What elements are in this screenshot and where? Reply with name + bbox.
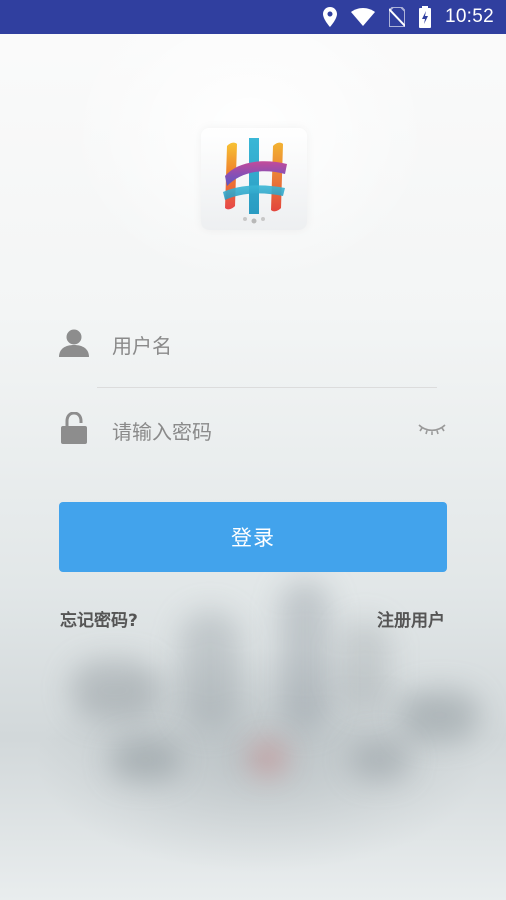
background-blur [70,660,160,720]
status-bar: 10:52 [0,0,506,34]
app-logo-mark [223,138,287,224]
register-link[interactable]: 注册用户 [377,606,445,631]
lock-icon [61,412,87,444]
password-input[interactable]: 请输入密码 [112,416,402,446]
username-input[interactable]: 用户名 [112,330,432,360]
wifi-icon [350,8,375,26]
background-blur [110,740,180,780]
forgot-password-link[interactable]: 忘记密码? [60,606,138,631]
app-logo [201,128,307,230]
background-blur [250,740,286,776]
location-icon [322,7,337,27]
background-blur [280,580,330,730]
username-divider [97,387,437,388]
background-blur [180,610,240,730]
status-icons: 10:52 [322,0,494,34]
login-button-label: 登录 [231,526,275,550]
battery-charging-icon [418,6,431,28]
background-blur [400,690,480,740]
user-icon [59,329,89,357]
login-button[interactable]: 登录 [59,502,447,572]
background-blur [350,740,410,780]
status-time: 10:52 [444,6,494,27]
background-blur [340,620,390,710]
eye-closed-icon[interactable] [418,422,446,438]
no-sim-icon [388,7,405,27]
